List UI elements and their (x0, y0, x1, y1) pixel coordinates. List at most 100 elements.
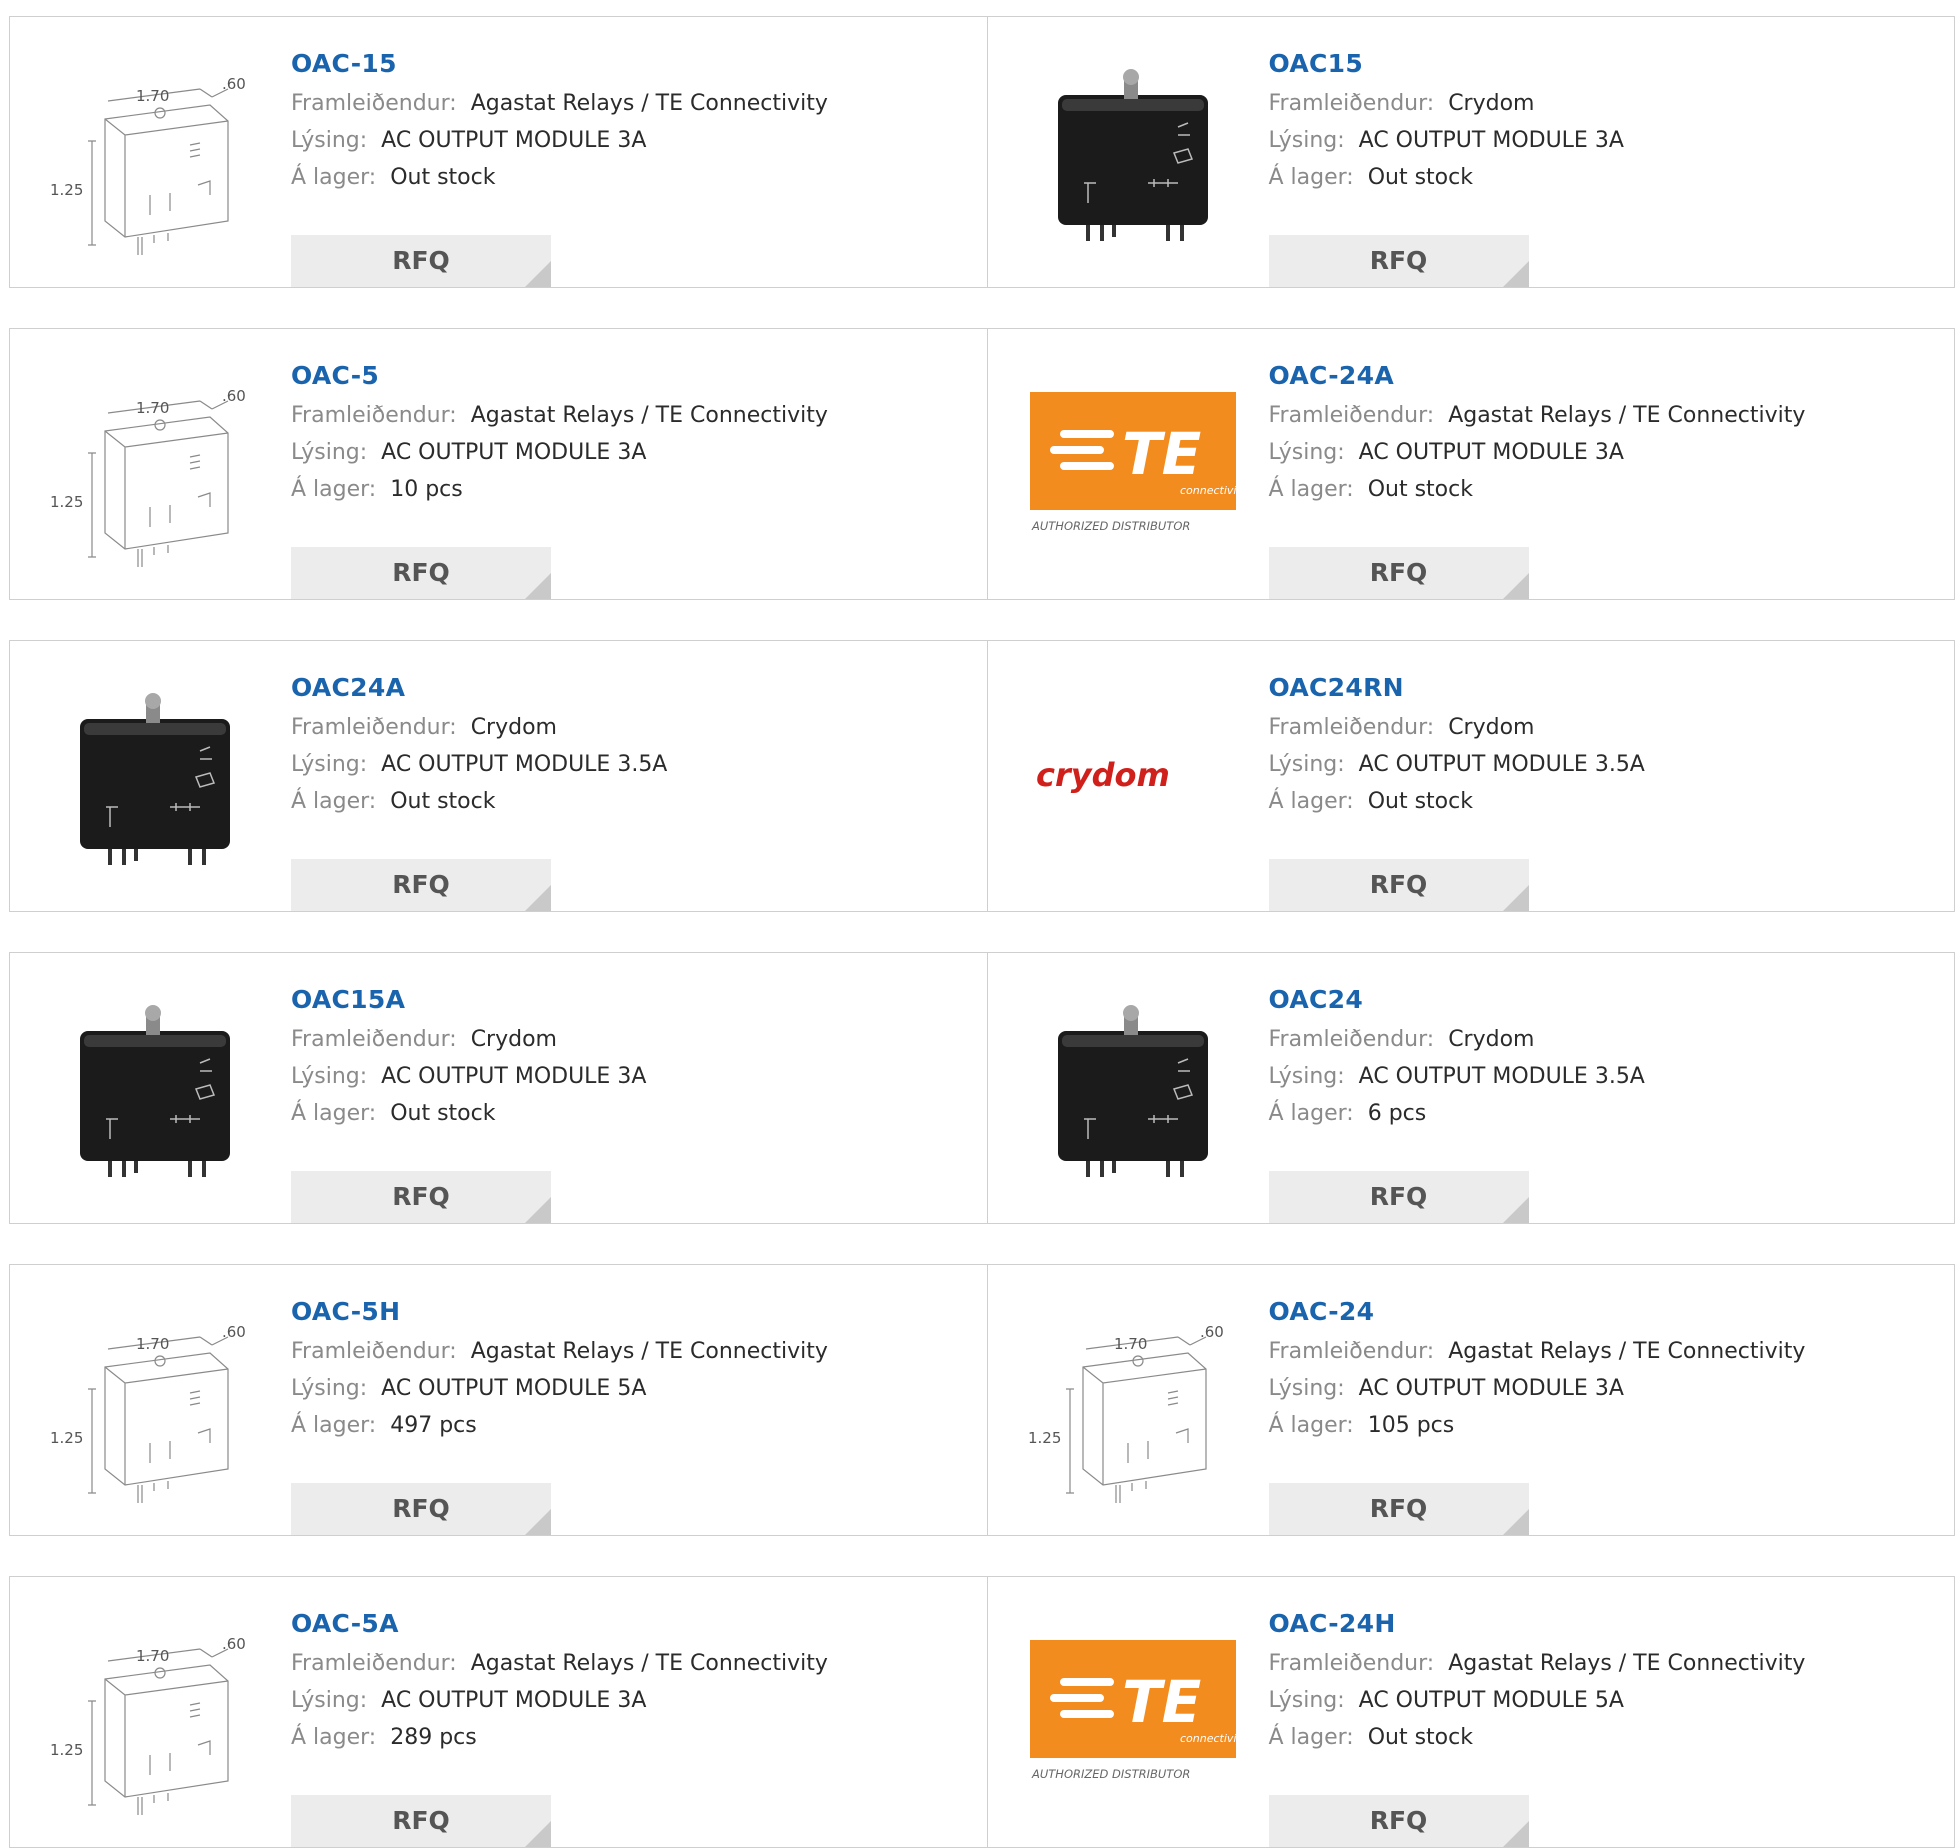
rfq-button[interactable]: RFQ (1268, 1483, 1529, 1535)
part-number-link[interactable]: OAC24RN (1269, 671, 1929, 709)
rfq-button-label: RFQ (392, 870, 450, 899)
description-value: AC OUTPUT MODULE 3A (381, 1688, 647, 1713)
rfq-button[interactable]: RFQ (291, 547, 551, 599)
rfq-button-label: RFQ (1369, 246, 1428, 275)
description-value: AC OUTPUT MODULE 3A (381, 440, 647, 465)
product-image[interactable] (1028, 45, 1238, 255)
part-number-link[interactable]: OAC-5H (291, 1295, 951, 1333)
product-info: OAC-15 Framleiðendur: Agastat Relays / TE… (291, 47, 951, 287)
rfq-button[interactable]: RFQ (291, 859, 551, 911)
authorized-distributor-label: AUTHORIZED DISTRIBUTOR (1031, 519, 1190, 533)
description-value: AC OUTPUT MODULE 3A (1358, 1376, 1624, 1401)
part-number-link[interactable]: OAC24A (291, 671, 951, 709)
part-number-link[interactable]: OAC-24 (1269, 1295, 1929, 1333)
part-number-link[interactable]: OAC15A (291, 983, 951, 1021)
product-info: OAC15A Framleiðendur: Crydom Lýsing: AC OU… (291, 983, 951, 1223)
part-number-link[interactable]: OAC-5A (291, 1607, 951, 1645)
rfq-button[interactable]: RFQ (291, 1171, 551, 1223)
product-info: OAC-24 Framleiðendur: Agastat Relays / TE… (1268, 1295, 1929, 1535)
product-image[interactable]: TEconnectivity AUTHORIZED DISTRIBUTOR (1028, 357, 1238, 567)
manufacturer-row: Framleiðendur: Crydom (1269, 1021, 1929, 1058)
description-value: AC OUTPUT MODULE 3A (381, 128, 647, 153)
crydom-module-photo (1057, 1005, 1208, 1177)
stock-row: Á lager: 289 pcs (291, 1719, 951, 1756)
part-number-link[interactable]: OAC-5 (291, 359, 951, 397)
description-row: Lýsing: AC OUTPUT MODULE 3A (1269, 434, 1929, 471)
product-row: 1.70 .60 1.25 OAC-15 Framleiðendur: Agastat… (9, 16, 1955, 288)
manufacturer-value: Agastat Relays / TE Connectivity (1448, 1339, 1806, 1364)
dimension-drawing-image: 1.70 .60 1.25 (50, 1635, 246, 1815)
product-info: OAC15 Framleiðendur: Crydom Lýsing: AC OUT… (1268, 47, 1929, 287)
product-image[interactable]: 1.70 .60 1.25 (50, 1293, 260, 1503)
product-image[interactable] (50, 669, 260, 879)
dimension-height-label: 1.25 (1028, 1429, 1061, 1447)
product-info: OAC24A Framleiðendur: Crydom Lýsing: AC OU… (291, 671, 951, 911)
product-card: crydom OAC24RN Framleiðendur: Crydom Lýsi… (986, 641, 1955, 911)
dimension-height-label: 1.25 (50, 1429, 83, 1447)
part-number-link[interactable]: OAC15 (1269, 47, 1929, 85)
rfq-button[interactable]: RFQ (1268, 235, 1529, 287)
rfq-button[interactable]: RFQ (1268, 859, 1529, 911)
dimension-length-label: 1.70 (136, 1335, 169, 1353)
dimension-drawing-image: 1.70 .60 1.25 (50, 75, 246, 255)
stock-label: Á lager: (291, 1101, 377, 1126)
rfq-button[interactable]: RFQ (1268, 1171, 1529, 1223)
crydom-logo: crydom (1036, 756, 1170, 794)
stock-row: Á lager: Out stock (1269, 1719, 1929, 1756)
crydom-module-photo (80, 693, 230, 865)
rfq-button[interactable]: RFQ (291, 1483, 551, 1535)
manufacturer-value: Agastat Relays / TE Connectivity (470, 1651, 828, 1676)
stock-row: Á lager: Out stock (291, 783, 951, 820)
product-image[interactable]: 1.70 .60 1.25 (50, 45, 260, 255)
manufacturer-label: Framleiðendur: (1268, 1339, 1435, 1364)
product-info: OAC-5A Framleiðendur: Agastat Relays / TE… (291, 1607, 951, 1847)
stock-value: Out stock (390, 789, 496, 814)
stock-value: 10 pcs (390, 477, 463, 502)
product-image[interactable]: 1.70 .60 1.25 (1028, 1293, 1238, 1503)
stock-value: 105 pcs (1367, 1413, 1455, 1438)
rfq-button[interactable]: RFQ (1268, 547, 1529, 599)
rfq-button[interactable]: RFQ (1268, 1795, 1529, 1847)
stock-value: 289 pcs (390, 1725, 477, 1750)
description-value: AC OUTPUT MODULE 3.5A (1358, 752, 1645, 777)
description-row: Lýsing: AC OUTPUT MODULE 3A (291, 1682, 951, 1719)
product-image[interactable]: 1.70 .60 1.25 (50, 357, 260, 567)
rfq-button-label: RFQ (392, 1494, 450, 1523)
stock-label: Á lager: (1268, 789, 1354, 814)
product-image[interactable]: crydom (1028, 669, 1238, 879)
te-logo-brand: TE (1122, 420, 1201, 488)
rfq-button-label: RFQ (392, 558, 450, 587)
stock-label: Á lager: (1268, 165, 1354, 190)
part-number-link[interactable]: OAC24 (1269, 983, 1929, 1021)
manufacturer-value: Crydom (470, 1027, 557, 1052)
stock-label: Á lager: (1268, 1725, 1354, 1750)
dimension-drawing-image: 1.70 .60 1.25 (50, 1323, 246, 1503)
product-image[interactable]: TEconnectivity AUTHORIZED DISTRIBUTOR (1028, 1605, 1238, 1815)
product-info: OAC-5H Framleiðendur: Agastat Relays / TE… (291, 1295, 951, 1535)
rfq-button[interactable]: RFQ (291, 235, 551, 287)
product-image[interactable] (50, 981, 260, 1191)
dimension-depth-label: .60 (222, 75, 246, 93)
manufacturer-row: Framleiðendur: Agastat Relays / TE Connec… (1269, 397, 1929, 434)
part-number-link[interactable]: OAC-15 (291, 47, 951, 85)
product-row: OAC15A Framleiðendur: Crydom Lýsing: AC OU… (9, 952, 1955, 1224)
stock-value: 6 pcs (1367, 1101, 1427, 1126)
manufacturer-row: Framleiðendur: Agastat Relays / TE Connec… (291, 1645, 951, 1682)
product-image[interactable]: 1.70 .60 1.25 (50, 1605, 260, 1815)
stock-label: Á lager: (1268, 477, 1354, 502)
description-label: Lýsing: (291, 1376, 368, 1401)
button-corner-decoration (1502, 1197, 1529, 1223)
stock-row: Á lager: Out stock (291, 159, 951, 196)
part-number-link[interactable]: OAC-24H (1269, 1607, 1929, 1645)
product-row: 1.70 .60 1.25 OAC-5H Framleiðendur: Agastat… (9, 1264, 1955, 1536)
rfq-button[interactable]: RFQ (291, 1795, 551, 1847)
manufacturer-value: Crydom (1448, 1027, 1535, 1052)
product-card: OAC15A Framleiðendur: Crydom Lýsing: AC OU… (10, 953, 987, 1223)
description-label: Lýsing: (1268, 128, 1345, 153)
part-number-link[interactable]: OAC-24A (1269, 359, 1929, 397)
product-info: OAC-24A Framleiðendur: Agastat Relays / T… (1268, 359, 1929, 599)
product-card: OAC24 Framleiðendur: Crydom Lýsing: AC OUT… (986, 953, 1955, 1223)
dimension-length-label: 1.70 (136, 87, 169, 105)
product-image[interactable] (1028, 981, 1238, 1191)
description-label: Lýsing: (1268, 752, 1345, 777)
